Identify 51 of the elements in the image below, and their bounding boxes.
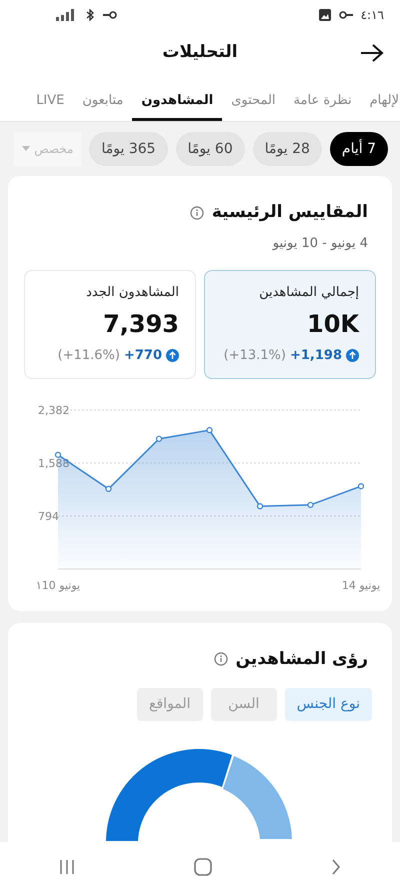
key-icon bbox=[338, 11, 353, 19]
metric-label: إجمالي المشاهدين bbox=[258, 284, 359, 302]
recent-apps-icon[interactable] bbox=[59, 859, 76, 875]
y-tick-label: 2,382 bbox=[38, 404, 70, 416]
tab[interactable]: متابعون bbox=[73, 86, 132, 121]
clock-time: ٤:١٦ bbox=[360, 7, 384, 24]
home-nav-icon[interactable] bbox=[194, 858, 212, 876]
date-range-text: 4 يونيو - 10 يونيو bbox=[272, 236, 368, 250]
date-range-chip[interactable]: 60 يومًا bbox=[176, 132, 245, 166]
metric-value: 7,393 bbox=[102, 309, 179, 340]
insight-tab[interactable]: السن bbox=[210, 688, 277, 721]
tab[interactable]: LIVE bbox=[27, 86, 74, 121]
metric-change: +1,198 bbox=[290, 347, 342, 365]
data-point bbox=[206, 426, 213, 433]
section-title: المقاييس الرئيسية bbox=[212, 201, 368, 224]
tab[interactable]: لإلهام bbox=[360, 86, 400, 121]
metric-change: +770 bbox=[124, 347, 162, 365]
data-point bbox=[307, 501, 314, 508]
back-arrow-icon[interactable] bbox=[360, 43, 384, 63]
back-nav-icon[interactable] bbox=[330, 859, 341, 875]
tab[interactable]: المحتوى bbox=[222, 86, 285, 121]
arrow-up-icon bbox=[166, 349, 179, 362]
date-range-chip[interactable]: 28 يومًا bbox=[252, 132, 322, 166]
metric-percent: (+13.1%) bbox=[224, 347, 286, 365]
data-point bbox=[256, 502, 264, 509]
data-point bbox=[358, 482, 364, 489]
x-tick-label: يونيو ١10 bbox=[36, 578, 80, 592]
x-tick-label: يونيو 14 bbox=[342, 578, 380, 592]
data-point bbox=[54, 451, 62, 458]
insight-tab[interactable]: نوع الجنس bbox=[284, 688, 372, 721]
info-icon[interactable] bbox=[190, 206, 204, 220]
insight-tab[interactable]: المواقع bbox=[136, 688, 203, 721]
data-point bbox=[156, 435, 162, 442]
y-tick-label: 1,588 bbox=[38, 456, 70, 470]
bluetooth-icon bbox=[86, 9, 95, 21]
section-title: رؤى المشاهدين bbox=[236, 648, 368, 670]
caret-icon bbox=[22, 146, 30, 152]
y-tick-label: 794 bbox=[38, 510, 59, 522]
metric-label: المشاهدون الجدد bbox=[85, 284, 179, 302]
date-range-chip[interactable]: 365 يومًا bbox=[89, 132, 168, 166]
metric-value: 10K bbox=[306, 309, 359, 340]
date-range-chip[interactable]: 7 أيام bbox=[330, 132, 388, 166]
tab[interactable]: نظرة عامة bbox=[284, 86, 361, 121]
arrow-up-icon bbox=[346, 349, 359, 362]
key-icon bbox=[103, 11, 117, 19]
image-icon bbox=[318, 9, 331, 21]
page-title: التحليلات bbox=[162, 41, 238, 64]
data-point bbox=[105, 485, 112, 492]
metric-percent: (+11.6%) bbox=[58, 347, 120, 365]
tab[interactable]: المشاهدون bbox=[132, 86, 222, 121]
info-icon[interactable] bbox=[214, 652, 228, 666]
